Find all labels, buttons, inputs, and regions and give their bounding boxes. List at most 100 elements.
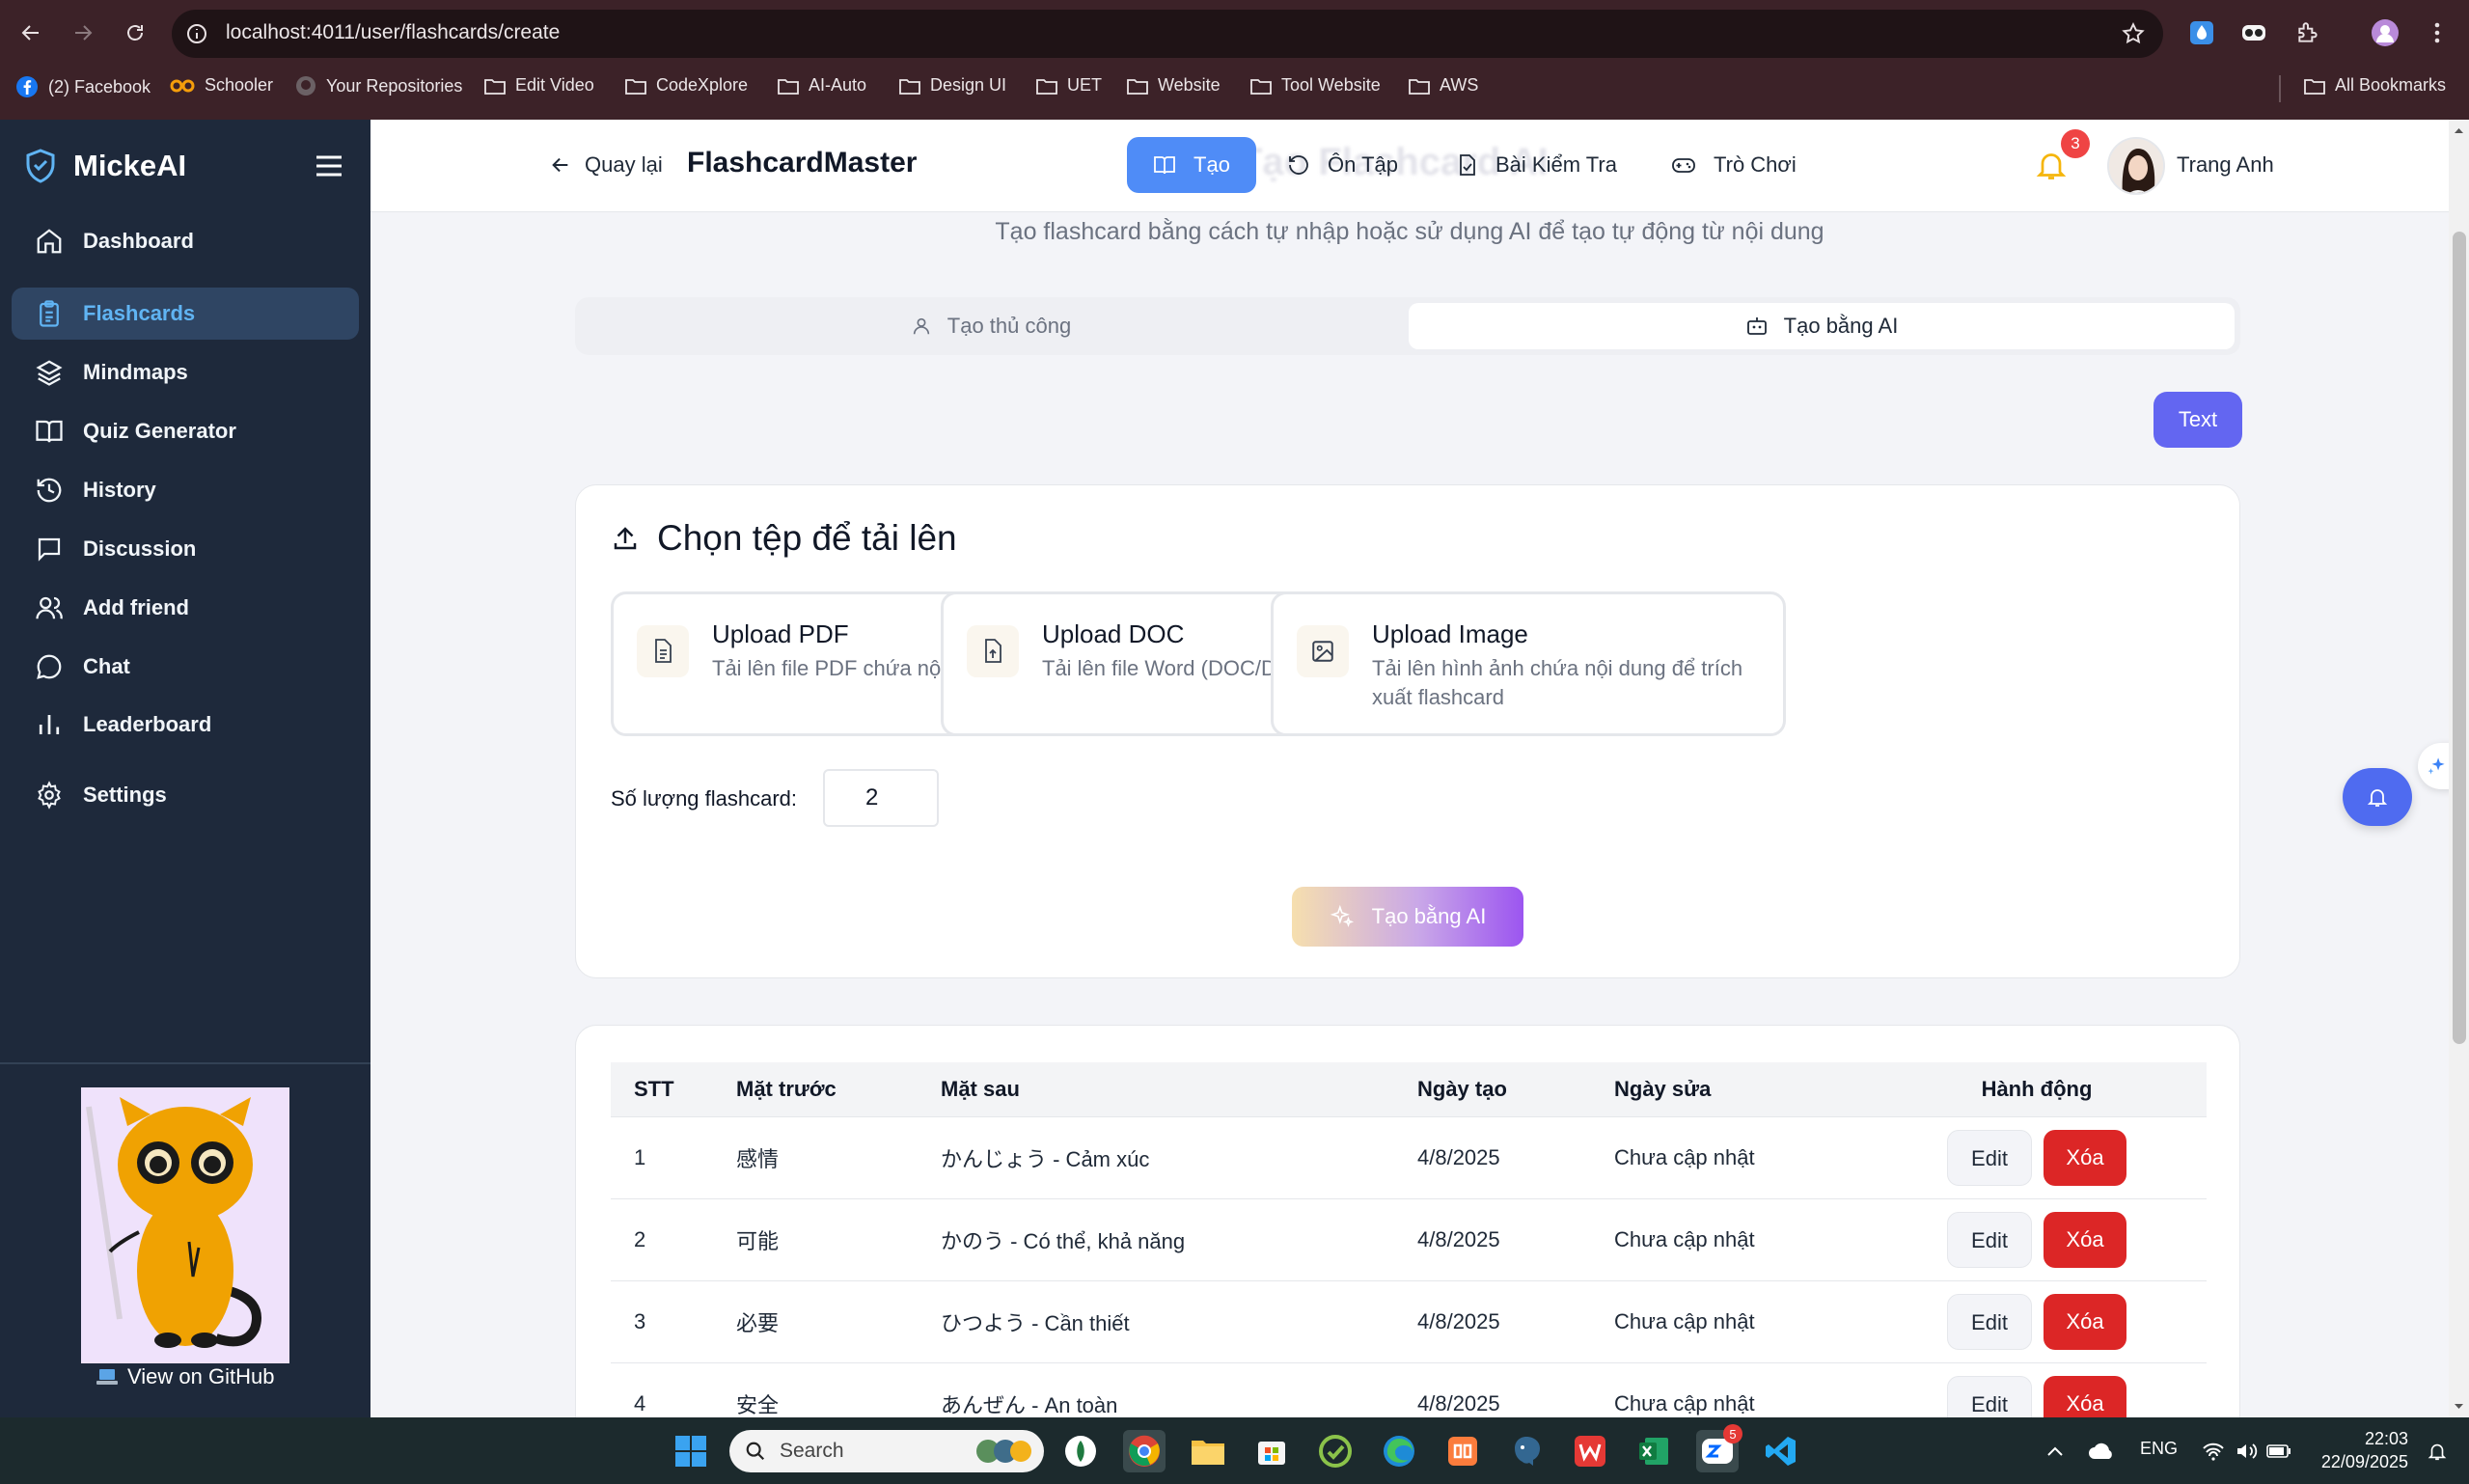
scroll-up-arrow-icon[interactable] [2449, 124, 2469, 137]
postman-orange-icon[interactable] [1441, 1430, 1484, 1472]
back-arrow-icon[interactable] [14, 15, 48, 50]
chrome-icon[interactable] [1123, 1430, 1166, 1472]
sidebar-item-chat[interactable]: Chat [12, 641, 359, 693]
notification-center-icon[interactable] [2416, 1430, 2458, 1472]
gear-icon [38, 781, 61, 810]
sidebar-item-discussion[interactable]: Discussion [12, 523, 359, 575]
sidebar-item-quiz-generator[interactable]: Quiz Generator [12, 405, 359, 457]
quantity-input[interactable]: 2 [823, 769, 939, 827]
battery-icon[interactable] [2258, 1430, 2300, 1472]
tab-games[interactable]: Trò Chơi [1671, 152, 1797, 178]
file-text-icon [637, 625, 689, 677]
app-leaf-icon[interactable] [1059, 1430, 1102, 1472]
edit-button[interactable]: Edit [1947, 1293, 2032, 1350]
zalo-icon[interactable]: 5 [1696, 1424, 1742, 1472]
tab-label: Tạo thủ công [946, 314, 1072, 338]
input-language[interactable]: ENG [2140, 1439, 2178, 1459]
file-explorer-icon[interactable] [1187, 1430, 1229, 1472]
bookmark-folder-ai-auto[interactable]: AI-Auto [778, 75, 866, 96]
tab-ai[interactable]: Tạo bằng AI [1409, 303, 2235, 349]
sidebar-item-leaderboard[interactable]: Leaderboard [12, 699, 359, 751]
bookmark-folder-edit-video[interactable]: Edit Video [484, 75, 594, 96]
delete-button[interactable]: Xóa [2044, 1293, 2126, 1350]
windows-taskbar: Search 5 ENG 22:03 22/09/2025 [0, 1417, 2469, 1484]
bookmark-folder-tool-website[interactable]: Tool Website [1250, 75, 1381, 96]
github-link[interactable]: View on GitHub [96, 1364, 274, 1389]
upload-image-option[interactable]: Upload Image Tải lên hình ảnh chứa nội d… [1271, 591, 1786, 736]
omnibox[interactable]: localhost:4011/user/flashcards/create [172, 10, 2163, 58]
onedrive-cloud-icon[interactable] [2080, 1430, 2123, 1472]
reload-icon[interactable] [118, 15, 152, 50]
browser-menu-icon[interactable] [2422, 17, 2453, 48]
url-text[interactable]: localhost:4011/user/flashcards/create [226, 21, 560, 44]
clock[interactable]: 22:03 22/09/2025 [2312, 1427, 2408, 1473]
sidebar-item-add-friend[interactable]: Add friend [12, 582, 359, 634]
back-link[interactable]: Quay lại [550, 152, 663, 178]
cell-created: 4/8/2025 [1417, 1116, 1614, 1199]
bookmark-folder-codexplore[interactable]: CodeXplore [625, 75, 748, 96]
show-hidden-icons-icon[interactable] [2034, 1430, 2076, 1472]
vscode-icon[interactable] [1760, 1430, 1802, 1472]
bookmark-label: Design UI [930, 75, 1007, 95]
floating-notification-bell-icon[interactable] [2343, 768, 2412, 826]
delete-button[interactable]: Xóa [2044, 1211, 2126, 1268]
tab-manual[interactable]: Tạo thủ công [581, 303, 1401, 349]
cell-back: かんじょう - Cảm xúc [941, 1116, 1417, 1199]
scrollbar-thumb[interactable] [2453, 232, 2466, 1044]
bookmark-repositories[interactable]: Your Repositories [295, 75, 462, 96]
page-scrollbar[interactable] [2449, 120, 2469, 1417]
bookmark-star-icon[interactable] [2121, 21, 2146, 46]
sidebar-item-settings[interactable]: Settings [12, 769, 359, 821]
tab-create[interactable]: Tạo [1127, 137, 1256, 193]
bookmark-folder-uet[interactable]: UET [1036, 75, 1102, 96]
text-mode-button[interactable]: Text [2154, 392, 2242, 448]
tab-test[interactable]: Bài Kiểm Tra [1455, 152, 1617, 178]
extension-glasses-icon[interactable] [2238, 17, 2269, 48]
brand[interactable]: MickeAI [25, 149, 186, 183]
sidebar-item-history[interactable]: History [12, 464, 359, 516]
all-bookmarks-folder[interactable]: All Bookmarks [2304, 75, 2446, 96]
generate-ai-button[interactable]: Tạo bằng AI [1292, 887, 1523, 947]
scroll-down-arrow-icon[interactable] [2449, 1400, 2469, 1414]
bookmark-folder-website[interactable]: Website [1127, 75, 1221, 96]
wps-office-icon[interactable] [1569, 1430, 1611, 1472]
sidebar-item-mindmaps[interactable]: Mindmaps [12, 346, 359, 398]
col-created: Ngày tạo [1417, 1062, 1614, 1117]
extension-drop-icon[interactable] [2186, 17, 2217, 48]
book-icon [36, 420, 63, 443]
windows-start-icon[interactable] [670, 1430, 712, 1472]
folder-icon [2304, 78, 2325, 95]
tab-review[interactable]: Ôn Tập [1287, 152, 1398, 178]
app-green-icon[interactable] [1314, 1430, 1357, 1472]
github-mascot-image[interactable] [81, 1087, 289, 1363]
site-info-icon[interactable] [185, 22, 208, 45]
user-avatar[interactable] [2107, 137, 2165, 195]
postgres-icon[interactable] [1505, 1430, 1548, 1472]
clipboard-icon [40, 300, 59, 327]
clock-time: 22:03 [2364, 1429, 2408, 1448]
sidebar-item-flashcards[interactable]: Flashcards [12, 288, 359, 340]
user-name[interactable]: Trang Anh [2177, 152, 2274, 178]
tab-label: Ôn Tập [1328, 152, 1398, 177]
bookmark-folder-design-ui[interactable]: Design UI [899, 75, 1006, 96]
bookmark-label: UET [1067, 75, 1102, 95]
sidebar-item-label: Settings [83, 783, 167, 807]
sidebar-item-dashboard[interactable]: Dashboard [12, 215, 359, 267]
delete-button[interactable]: Xóa [2044, 1129, 2126, 1186]
sidebar-item-label: Leaderboard [83, 712, 212, 736]
col-actions: Hành động [1867, 1062, 2207, 1117]
extensions-puzzle-icon[interactable] [2292, 17, 2323, 48]
bookmark-folder-aws[interactable]: AWS [1409, 75, 1478, 96]
edit-button[interactable]: Edit [1947, 1129, 2032, 1186]
forward-arrow-icon[interactable] [66, 15, 100, 50]
excel-icon[interactable] [1632, 1430, 1675, 1472]
taskbar-search[interactable]: Search [729, 1430, 1044, 1472]
table-header-row: STT Mặt trước Mặt sau Ngày tạo Ngày sửa … [611, 1062, 2207, 1117]
edit-button[interactable]: Edit [1947, 1211, 2032, 1268]
microsoft-store-icon[interactable] [1250, 1430, 1293, 1472]
bookmark-facebook[interactable]: (2) Facebook [15, 75, 151, 98]
bookmark-schooler[interactable]: Schooler [170, 75, 273, 96]
menu-toggle-icon[interactable] [315, 154, 343, 178]
profile-avatar-icon[interactable] [2370, 17, 2400, 48]
edge-icon[interactable] [1378, 1430, 1420, 1472]
